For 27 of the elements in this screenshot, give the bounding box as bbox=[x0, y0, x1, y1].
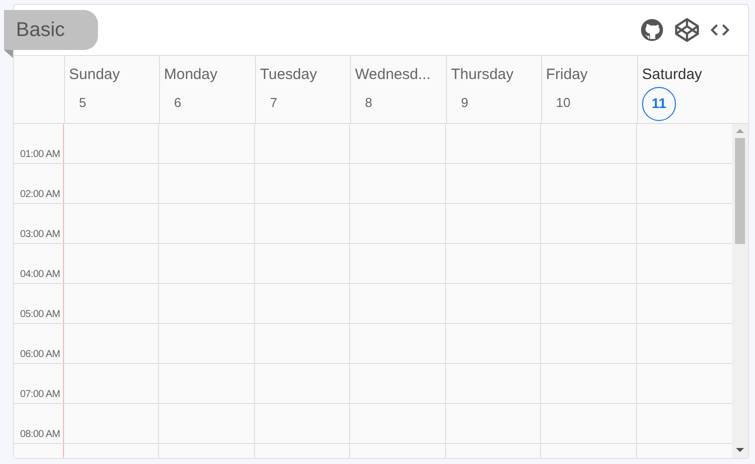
date-number[interactable]: 5 bbox=[79, 92, 86, 112]
day-name: Thursday bbox=[451, 65, 514, 85]
github-icon[interactable] bbox=[640, 18, 664, 42]
cube-icon[interactable] bbox=[674, 17, 700, 43]
day-name: Saturday bbox=[642, 65, 702, 85]
time-label: 02:00 AM bbox=[20, 188, 60, 202]
time-label: 05:00 AM bbox=[20, 308, 60, 322]
ribbon-fold bbox=[4, 50, 13, 58]
time-label: 03:00 AM bbox=[20, 228, 60, 242]
date-number[interactable]: 9 bbox=[461, 92, 468, 112]
time-label: 08:00 AM bbox=[20, 428, 60, 442]
time-label: 04:00 AM bbox=[20, 268, 60, 282]
date-number[interactable]: 6 bbox=[174, 92, 182, 112]
time-label: 01:00 AM bbox=[20, 148, 60, 162]
date-number[interactable]: 7 bbox=[270, 92, 278, 112]
day-name: Sunday bbox=[69, 65, 120, 85]
date-number[interactable]: 10 bbox=[556, 92, 570, 112]
day-name: Monday bbox=[164, 65, 218, 85]
day-name: Friday bbox=[546, 65, 588, 85]
time-label: 07:00 AM bbox=[20, 388, 60, 402]
time-label: 06:00 AM bbox=[20, 348, 60, 362]
scrollbar[interactable] bbox=[732, 124, 748, 458]
date-number[interactable]: 8 bbox=[365, 92, 372, 112]
date-number[interactable]: 11 bbox=[642, 86, 676, 120]
page-title: Basic bbox=[16, 18, 65, 43]
day-name: Wednesd... bbox=[355, 65, 431, 85]
day-name: Tuesday bbox=[260, 65, 317, 85]
